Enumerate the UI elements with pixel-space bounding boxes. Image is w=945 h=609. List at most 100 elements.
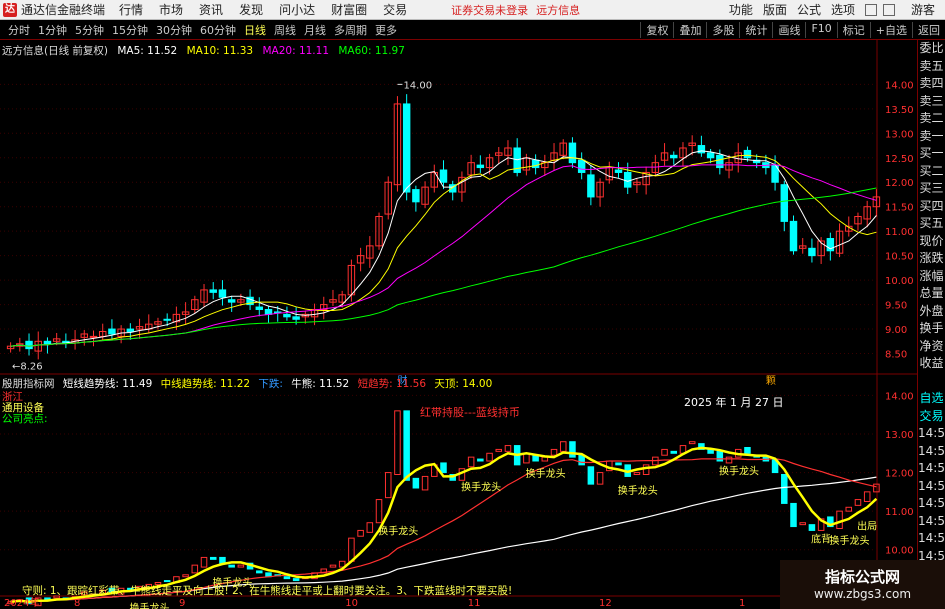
quote-item[interactable]: 外盘 (918, 303, 945, 321)
back-button[interactable]: 返回 (912, 21, 945, 38)
quote-item[interactable]: 涨跌 (918, 250, 945, 268)
quote-item[interactable]: 买五 (918, 215, 945, 233)
y-tick-label: 11.00 (885, 227, 914, 238)
indicator-candle (744, 447, 751, 454)
y-tick-label: 11.50 (885, 203, 914, 214)
quote-item[interactable]: 委比 (918, 40, 945, 58)
add-favorite-button[interactable]: +自选 (869, 21, 912, 38)
fuquan-button[interactable]: 复权 (640, 21, 673, 38)
zixuan-tab[interactable]: 自选 (918, 390, 945, 408)
indicator-candle (633, 472, 641, 476)
quote-item[interactable]: 涨幅 (918, 268, 945, 286)
quote-item[interactable]: 卖五 (918, 58, 945, 76)
quote-item[interactable]: 总量 (918, 285, 945, 303)
guest-label[interactable]: 游客 (911, 1, 935, 18)
menu-item-xuanxiang[interactable]: 选项 (831, 1, 855, 18)
quote-item[interactable]: 卖四 (918, 75, 945, 93)
x-tick-label: 9 (179, 598, 185, 609)
signal-annotation: 换手龙头 (830, 534, 870, 547)
period-60min[interactable]: 60分钟 (200, 22, 236, 38)
period-5min[interactable]: 5分钟 (75, 22, 104, 38)
y-tick-label: 11.00 (885, 507, 914, 518)
y-tick-label: 13.50 (885, 105, 914, 116)
x-tick-label: 1 (739, 598, 745, 609)
quote-item[interactable]: 现价 (918, 233, 945, 251)
quote-item[interactable]: 卖二 (918, 110, 945, 128)
indicator-candle (256, 570, 263, 574)
menu-item-caifuquan[interactable]: 财富圈 (331, 1, 367, 18)
indicator-candle (596, 472, 604, 485)
menu-item-faxian[interactable]: 发现 (239, 1, 263, 18)
stock-info-labels: 浙江 通用设备 公司亮点: (2, 392, 48, 425)
period-monthly[interactable]: 月线 (304, 22, 326, 38)
period-multi[interactable]: 多周期 (334, 22, 367, 38)
kline-chart[interactable]: 14.00 13.50 13.00 12.50 12.00 11.50 11.00 10.50… (0, 40, 917, 609)
quote-item[interactable]: 买一 (918, 145, 945, 163)
login-notice[interactable]: 证券交易未登录 (451, 2, 528, 18)
menu-item-banmian[interactable]: 版面 (763, 1, 787, 18)
quote-item[interactable]: 买三 (918, 180, 945, 198)
indicator-candle (394, 410, 401, 476)
short-trend-line-label: 短线趋势线: 11.49 (62, 378, 153, 390)
candle-body (670, 154, 678, 159)
y-tick-label: 10.50 (885, 252, 914, 263)
y-tick-label: 13.00 (885, 129, 914, 140)
jiaoyi-tab[interactable]: 交易 (918, 408, 945, 426)
y-tick-label: 12.00 (885, 469, 914, 480)
indicator-candle (578, 454, 585, 466)
quote-item[interactable]: 买二 (918, 163, 945, 181)
signal-annotation: 换手龙头 (618, 484, 658, 497)
app-title: 通达信金融终端 (21, 3, 106, 17)
indicator-candle (477, 458, 484, 462)
menu-item-hangqing[interactable]: 行情 (119, 1, 143, 18)
indicator-candle (569, 441, 576, 458)
indicator-candle (163, 580, 171, 583)
huaxian-button[interactable]: 画线 (772, 21, 805, 38)
period-fenshi[interactable]: 分时 (8, 22, 30, 38)
candle-body (412, 189, 420, 203)
candle-body (789, 220, 798, 252)
maximize-icon[interactable] (882, 3, 895, 16)
signal-annotation: 换手龙头 (526, 467, 566, 480)
candle-body (292, 316, 300, 320)
period-weekly[interactable]: 周线 (274, 22, 296, 38)
quote-item[interactable]: 收益 (918, 355, 945, 373)
indicator-candle (716, 450, 724, 462)
quote-item[interactable]: 换手 (918, 320, 945, 338)
menu-item-shichang[interactable]: 市场 (159, 1, 183, 18)
period-1min[interactable]: 1分钟 (38, 22, 67, 38)
event-marker: 颗 (766, 375, 776, 387)
indicator-note: 红带持股---蓝线持币 (420, 406, 520, 419)
diejia-button[interactable]: 叠加 (673, 21, 706, 38)
f10-button[interactable]: F10 (805, 21, 836, 38)
menu-bar: 达 通达信金融终端 行情 市场 资讯 发现 问小达 财富圈 交易 证券交易未登录… (0, 0, 945, 20)
quote-item[interactable]: 卖一 (918, 128, 945, 146)
biaoji-button[interactable]: 标记 (836, 21, 870, 38)
tick-time: 14:56 (918, 461, 945, 475)
candle-body (476, 164, 485, 169)
quote-item[interactable]: 卖三 (918, 93, 945, 111)
menu-item-jiaoyi[interactable]: 交易 (383, 1, 407, 18)
indicator-candle (854, 499, 862, 506)
indicator-candle (329, 564, 337, 568)
period-daily[interactable]: 日线 (244, 22, 266, 38)
tongji-button[interactable]: 统计 (739, 21, 772, 38)
period-more[interactable]: 更多 (375, 22, 397, 38)
menu-item-wenxiaoda[interactable]: 问小达 (279, 1, 315, 18)
quote-item[interactable]: 净资 (918, 338, 945, 356)
menu-item-zixun[interactable]: 资讯 (199, 1, 223, 18)
duogu-button[interactable]: 多股 (706, 21, 739, 38)
tianding-label: 天顶: 14.00 (434, 378, 493, 390)
candle-body (402, 103, 411, 193)
period-30min[interactable]: 30分钟 (156, 22, 192, 38)
candle-body (264, 308, 273, 315)
indicator-candle (670, 450, 678, 454)
minimize-icon[interactable] (864, 3, 877, 16)
tick-time: 14:56 (918, 478, 945, 493)
menu-item-gongshi[interactable]: 公式 (797, 1, 821, 18)
main-chart-legend: 远方信息(日线 前复权) MA5: 11.52 MA10: 11.33 MA20… (2, 43, 411, 58)
period-15min[interactable]: 15分钟 (112, 22, 148, 38)
indicator-candle (384, 472, 392, 499)
quote-item[interactable]: 买四 (918, 198, 945, 216)
menu-item-gongneng[interactable]: 功能 (729, 1, 753, 18)
